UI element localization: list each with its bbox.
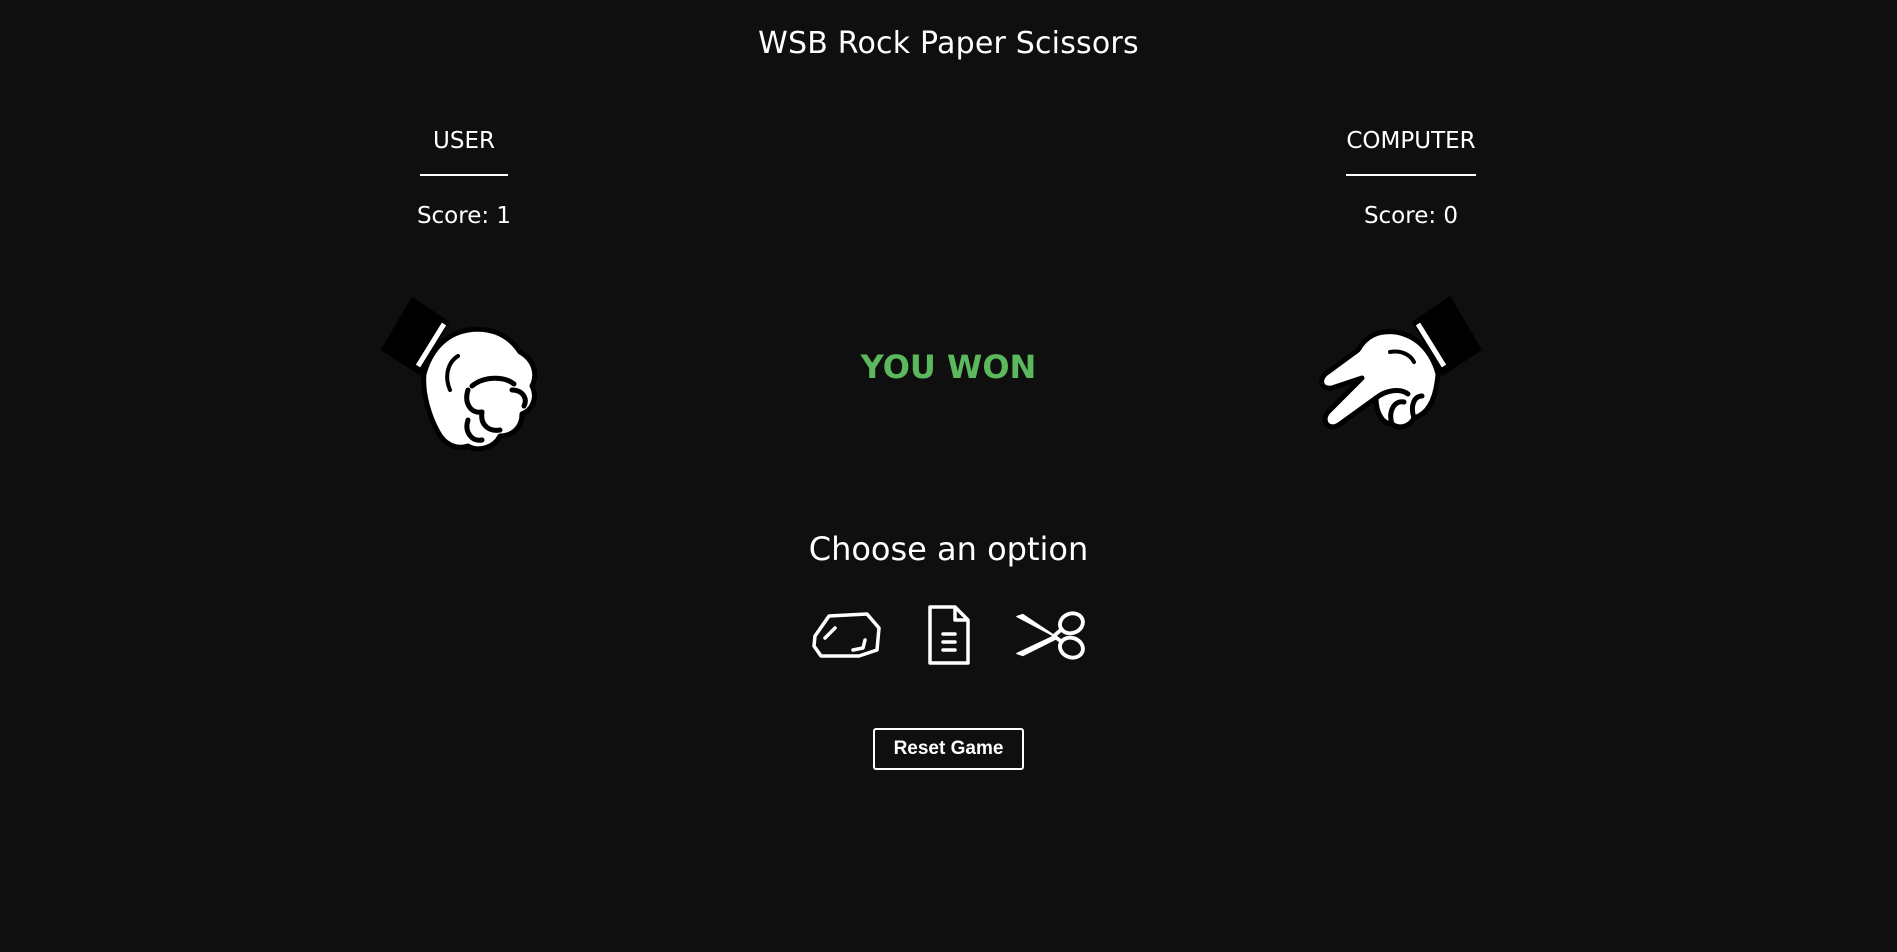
- option-bar: [0, 600, 1897, 670]
- user-score: Score: 1: [416, 203, 512, 229]
- reset-container: Reset Game: [0, 728, 1897, 770]
- rock-icon: [811, 612, 881, 658]
- user-panel: USER Score: 1: [354, 128, 574, 229]
- page-title: WSB Rock Paper Scissors: [758, 26, 1139, 61]
- scissors-icon: [1015, 611, 1085, 660]
- choose-option-label: Choose an option: [808, 530, 1089, 568]
- game-page: WSB Rock Paper Scissors USER Score: 1 CO…: [0, 0, 1897, 952]
- paper-option-button[interactable]: [913, 600, 985, 670]
- computer-label: COMPUTER: [1346, 128, 1476, 176]
- scissors-option-button[interactable]: [1015, 600, 1087, 670]
- result-message: YOU WON: [860, 348, 1037, 386]
- computer-panel: COMPUTER Score: 0: [1301, 128, 1521, 229]
- paper-icon: [927, 605, 970, 665]
- computer-score: Score: 0: [1363, 203, 1459, 229]
- user-label: USER: [420, 128, 508, 176]
- rock-option-button[interactable]: [811, 600, 883, 670]
- reset-game-button[interactable]: Reset Game: [872, 728, 1025, 770]
